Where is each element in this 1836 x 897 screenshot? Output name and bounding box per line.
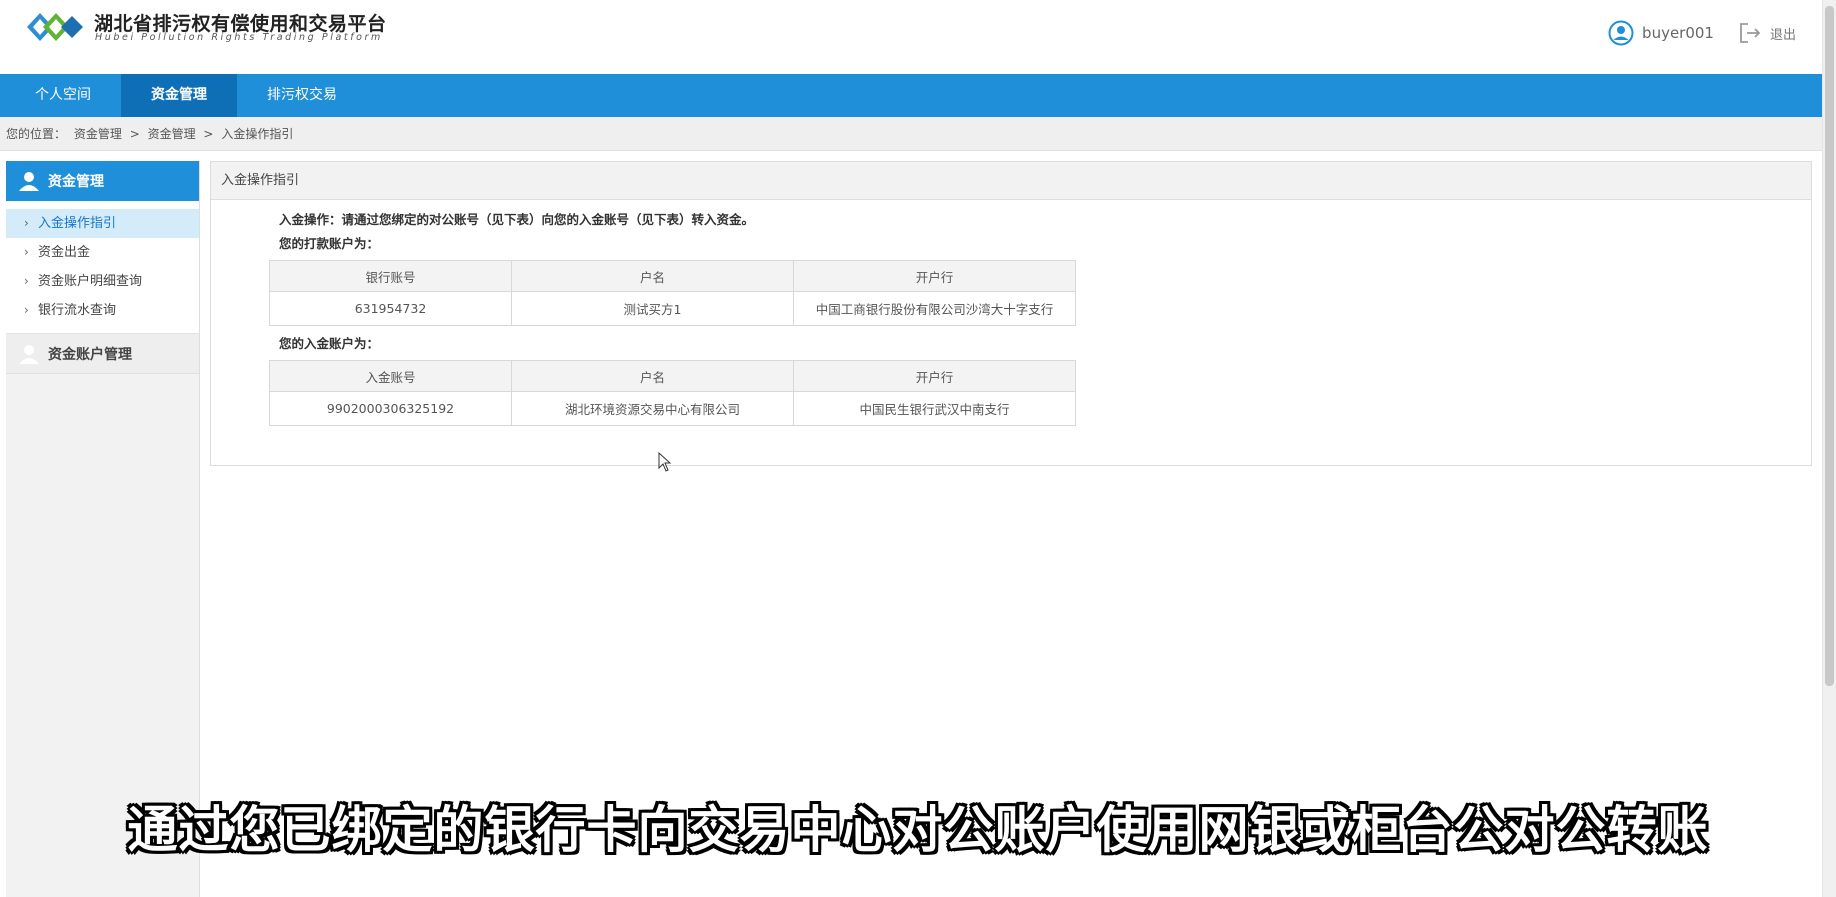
user-avatar-icon[interactable] <box>1608 20 1634 46</box>
sidebar-item-deposit-guide[interactable]: › 入金操作指引 <box>6 209 199 238</box>
breadcrumb-item[interactable]: 资金管理 <box>148 127 196 141</box>
sidebar-item-account-details[interactable]: › 资金账户明细查询 <box>6 267 199 296</box>
user-area: buyer001 退出 <box>1608 20 1796 46</box>
table-header: 户名 <box>511 260 794 292</box>
pay-account-title: 您的打款账户为： <box>279 236 380 251</box>
table-header-row: 银行账号 户名 开户行 <box>269 260 1076 292</box>
sidebar: 资金管理 › 入金操作指引 › 资金出金 › 资金账户明细查询 › 银行流水查询 资金账… <box>6 161 200 897</box>
table-cell: 9902000306325192 <box>269 391 512 426</box>
sidebar-item-label: 资金账户明细查询 <box>38 274 143 289</box>
sidebar-item-label: 入金操作指引 <box>38 216 117 231</box>
table-cell: 631954732 <box>269 291 512 326</box>
chevron-right-icon: › <box>24 245 29 259</box>
main-nav: 个人空间 资金管理 排污权交易 <box>0 74 1822 117</box>
breadcrumb-current: 入金操作指引 <box>221 127 294 141</box>
video-caption: 通过您已绑定的银行卡向交易中心对公账户使用网银或柜台公对公转账 <box>127 801 1709 859</box>
chevron-right-icon: › <box>24 303 29 317</box>
table-header: 开户行 <box>793 260 1076 292</box>
table-cell: 测试买方1 <box>511 291 794 326</box>
deposit-guide-panel: 入金操作指引 入金操作：请通过您绑定的对公账号（见下表）向您的入金账号（见下表）… <box>210 161 1812 466</box>
nav-fund-management[interactable]: 资金管理 <box>121 74 237 117</box>
sidebar-item-withdrawal[interactable]: › 资金出金 <box>6 238 199 267</box>
breadcrumb-item[interactable]: 资金管理 <box>74 127 122 141</box>
table-row: 631954732 测试买方1 中国工商银行股份有限公司沙湾大十字支行 <box>269 291 1076 326</box>
mouse-cursor-icon <box>658 452 672 472</box>
deposit-account-table: 入金账号 户名 开户行 9902000306325192 湖北环境资源交易中心有… <box>269 360 1076 426</box>
sidebar-section-fund-management[interactable]: 资金管理 <box>6 161 199 201</box>
nav-personal-space[interactable]: 个人空间 <box>0 74 121 117</box>
deposit-account-title: 您的入金账户为： <box>279 336 380 351</box>
chevron-right-icon: › <box>24 274 29 288</box>
table-header: 入金账号 <box>269 360 512 392</box>
table-header: 开户行 <box>793 360 1076 392</box>
panel-body: 入金操作：请通过您绑定的对公账号（见下表）向您的入金账号（见下表）转入资金。 您… <box>211 200 1811 426</box>
table-header: 户名 <box>511 360 794 392</box>
nav-emission-trading[interactable]: 排污权交易 <box>237 74 367 117</box>
sidebar-section-label: 资金账户管理 <box>48 346 132 363</box>
breadcrumb-separator: > <box>129 127 140 141</box>
sidebar-item-label: 银行流水查询 <box>38 303 117 318</box>
pay-account-table: 银行账号 户名 开户行 631954732 测试买方1 中国工商银行股份有限公司… <box>269 260 1076 326</box>
chevron-right-icon: › <box>24 216 29 230</box>
sidebar-section-account-management[interactable]: 资金账户管理 <box>6 334 199 374</box>
platform-subtitle: Hubei Pollution Rights Trading Platform <box>95 32 383 43</box>
person-icon <box>19 172 39 191</box>
table-row: 9902000306325192 湖北环境资源交易中心有限公司 中国民生银行武汉… <box>269 391 1076 426</box>
table-header-row: 入金账号 户名 开户行 <box>269 360 1076 392</box>
sidebar-section-label: 资金管理 <box>48 174 104 190</box>
table-cell: 中国民生银行武汉中南支行 <box>793 391 1076 426</box>
breadcrumb: 您的位置： 资金管理 > 资金管理 > 入金操作指引 <box>0 117 1822 151</box>
breadcrumb-separator: > <box>203 127 214 141</box>
person-icon <box>19 344 39 364</box>
sidebar-list: › 入金操作指引 › 资金出金 › 资金账户明细查询 › 银行流水查询 <box>6 201 199 334</box>
breadcrumb-prefix: 您的位置： <box>6 127 67 141</box>
panel-title: 入金操作指引 <box>211 162 1811 200</box>
deposit-instruction: 入金操作：请通过您绑定的对公账号（见下表）向您的入金账号（见下表）转入资金。 <box>279 212 755 227</box>
logout-icon[interactable] <box>1738 21 1762 45</box>
scrollbar-thumb[interactable] <box>1825 6 1834 686</box>
table-cell: 湖北环境资源交易中心有限公司 <box>511 391 794 426</box>
sidebar-item-label: 资金出金 <box>38 245 91 260</box>
platform-logo-icon <box>27 13 83 41</box>
table-header: 银行账号 <box>269 260 512 292</box>
vertical-scrollbar[interactable] <box>1822 0 1836 897</box>
username[interactable]: buyer001 <box>1642 24 1714 42</box>
sidebar-item-bank-statement[interactable]: › 银行流水查询 <box>6 296 199 325</box>
logout-link[interactable]: 退出 <box>1770 24 1796 43</box>
table-cell: 中国工商银行股份有限公司沙湾大十字支行 <box>793 291 1076 326</box>
header: 湖北省排污权有偿使用和交易平台 Hubei Pollution Rights T… <box>0 0 1836 74</box>
